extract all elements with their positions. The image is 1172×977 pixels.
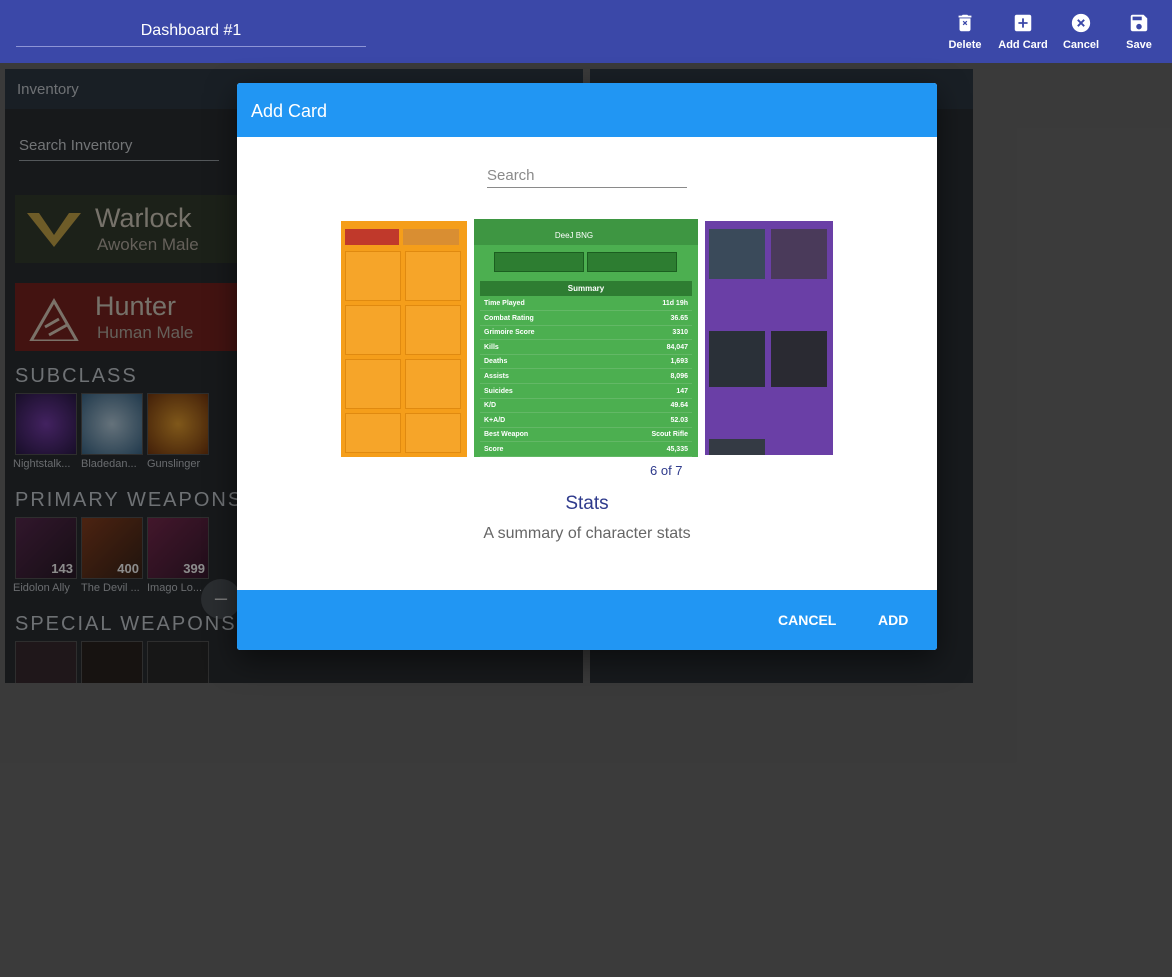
preview-item [405, 359, 461, 409]
preview-summary-header: Summary [480, 281, 692, 296]
card-carousel[interactable]: DeeJ BNG Summary Time Played 11d 19h Comba… [341, 219, 833, 459]
preview-item [405, 305, 461, 355]
save-label: Save [1126, 39, 1152, 51]
preview-stat-value: 147 [676, 387, 688, 395]
preview-stat-key: Best Weapon [484, 431, 529, 439]
delete-label: Delete [948, 39, 982, 51]
preview-stat-row: Kills 84,047 [480, 342, 692, 355]
delete-button[interactable]: Delete [936, 12, 994, 56]
dialog-cancel-button[interactable]: CANCEL [778, 612, 836, 628]
dialog-add-button[interactable]: ADD [878, 612, 908, 628]
preview-stat-row: K+A/D 52.03 [480, 415, 692, 428]
preview-stat-value: 1,693 [670, 358, 688, 366]
preview-stat-row: Score 45,335 [480, 444, 692, 457]
preview-stat-key: Suicides [484, 387, 513, 395]
preview-thumbnail [771, 331, 827, 387]
preview-stat-value: 49.64 [670, 402, 688, 410]
add-box-icon [1014, 14, 1032, 32]
preview-item [345, 251, 401, 301]
preview-thumbnail [771, 229, 827, 279]
selected-card-name: Stats [565, 493, 609, 514]
card-search-field[interactable] [487, 163, 687, 188]
preview-item [345, 305, 401, 355]
selected-card-description: A summary of character stats [483, 525, 691, 542]
add-card-label: Add Card [998, 39, 1048, 51]
preview-header-block [345, 229, 399, 245]
preview-stat-row: Suicides 147 [480, 386, 692, 399]
preview-item [345, 413, 401, 453]
preview-stat-key: Time Played [484, 300, 525, 307]
card-search-input[interactable] [487, 163, 687, 187]
preview-thumbnail [709, 439, 765, 455]
preview-stat-value: 3310 [672, 329, 688, 337]
preview-item [405, 413, 461, 453]
preview-header: DeeJ BNG [474, 219, 698, 245]
preview-thumbnail [709, 331, 765, 387]
preview-character-bar [587, 252, 677, 272]
preview-stat-value: 52.03 [670, 416, 688, 424]
preview-stat-key: Grimoire Score [484, 329, 535, 337]
dashboard-title[interactable]: Dashboard #1 [16, 22, 366, 40]
dialog-header: Add Card [237, 83, 937, 137]
preview-player-bar [494, 252, 584, 272]
preview-player-name: DeeJ BNG [554, 231, 594, 240]
preview-stat-value: 36.65 [670, 314, 688, 322]
preview-stat-key: Deaths [484, 358, 508, 366]
dashboard-title-field[interactable]: Dashboard #1 [16, 14, 366, 47]
preview-stat-row: Time Played 11d 19h [480, 298, 692, 311]
cancel-circle-icon [1071, 13, 1091, 33]
cancel-label: Cancel [1062, 39, 1100, 51]
preview-stat-row: K/D 49.64 [480, 400, 692, 414]
add-card-dialog: Add Card DeeJ BNG Summary Time Played [237, 83, 937, 650]
carousel-pager: 6 of 7 [650, 463, 683, 478]
carousel-slide-next[interactable] [705, 221, 833, 455]
preview-stat-row: Grimoire Score 3310 [480, 327, 692, 341]
preview-thumbnail [709, 229, 765, 279]
preview-stat-value: Scout Rifle [651, 431, 688, 439]
preview-stat-value: 45,335 [666, 446, 688, 453]
preview-stat-key: Score [484, 446, 504, 453]
preview-stat-row: Deaths 1,693 [480, 356, 692, 370]
add-card-button[interactable]: Add Card [994, 12, 1052, 56]
preview-stat-key: Assists [484, 373, 509, 380]
save-button[interactable]: Save [1110, 12, 1168, 56]
preview-stat-row: Best Weapon Scout Rifle [480, 429, 692, 443]
preview-stat-value: 11d 19h [662, 300, 688, 307]
preview-stat-key: K+A/D [484, 416, 506, 424]
floppy-disk-icon [1130, 14, 1148, 32]
preview-stat-row: Assists 8,096 [480, 371, 692, 384]
cancel-button[interactable]: Cancel [1052, 12, 1110, 56]
carousel-slide-previous[interactable] [341, 221, 467, 457]
preview-item [405, 251, 461, 301]
preview-stat-value: 8,096 [670, 373, 688, 380]
preview-stat-value: 84,047 [666, 343, 688, 351]
dialog-footer: CANCEL ADD [237, 590, 937, 650]
preview-header-block [403, 229, 459, 245]
app-toolbar: Dashboard #1 Delete Add Card Cancel Save [0, 0, 1172, 63]
preview-stat-row: Combat Rating 36.65 [480, 313, 692, 326]
preview-stat-key: Combat Rating [484, 314, 534, 322]
preview-item [345, 359, 401, 409]
preview-stat-key: K/D [484, 402, 497, 410]
delete-icon [958, 14, 972, 32]
carousel-slide-current[interactable]: DeeJ BNG Summary Time Played 11d 19h Comba… [474, 219, 698, 457]
preview-stat-key: Kills [484, 343, 499, 351]
dialog-title: Add Card [251, 101, 328, 121]
